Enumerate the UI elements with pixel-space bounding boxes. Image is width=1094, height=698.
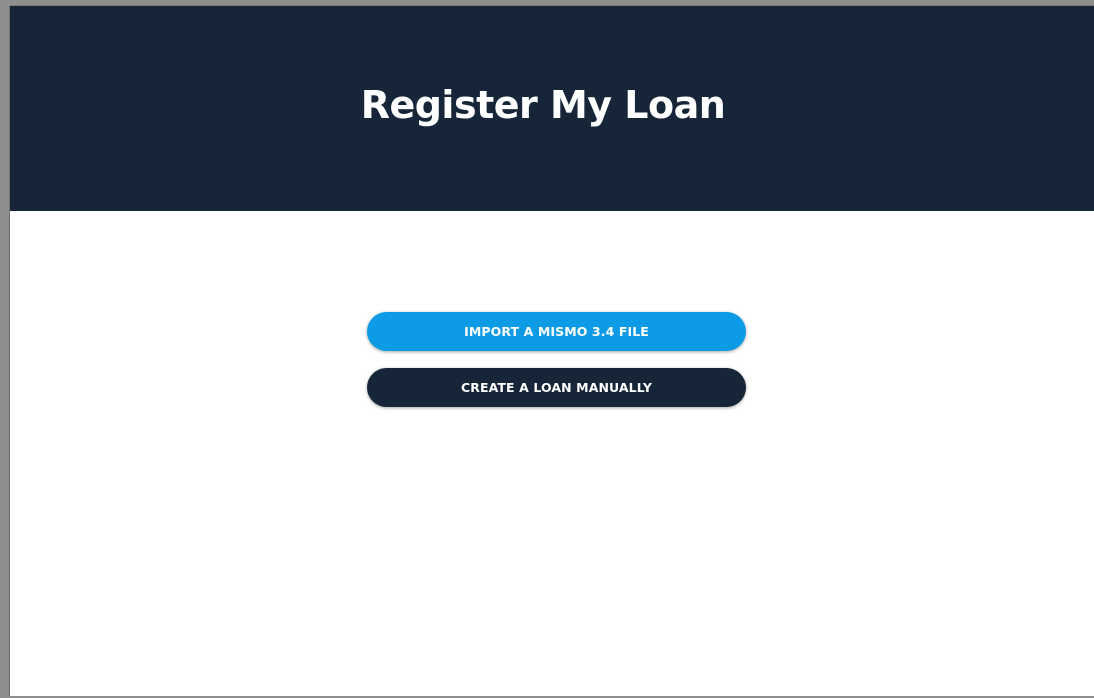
create-loan-manually-button[interactable]: CREATE A LOAN MANUALLY: [367, 368, 746, 407]
register-loan-window: Register My Loan IMPORT A MISMO 3.4 FILE…: [10, 6, 1094, 696]
page-title: Register My Loan: [360, 82, 726, 127]
loan-action-group: IMPORT A MISMO 3.4 FILE CREATE A LOAN MA…: [367, 312, 746, 407]
import-mismo-file-button[interactable]: IMPORT A MISMO 3.4 FILE: [367, 312, 746, 351]
page-header: Register My Loan: [10, 6, 1094, 211]
